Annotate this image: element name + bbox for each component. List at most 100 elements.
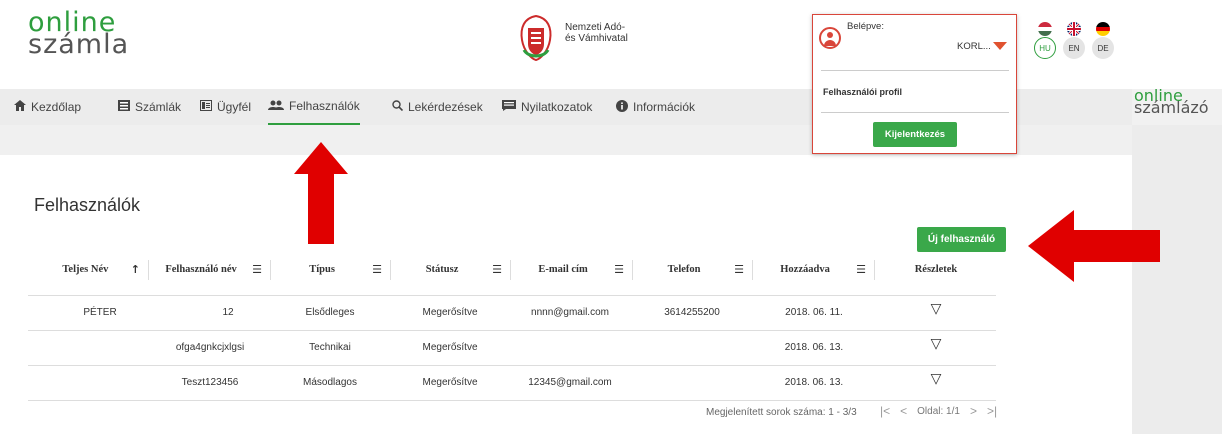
sort-asc-icon[interactable]: ↑ bbox=[131, 263, 140, 276]
app-root: online számla Nemzeti Adó- és Vámhivatal… bbox=[0, 0, 1222, 434]
col-header-status[interactable]: Státusz ☰ bbox=[392, 256, 508, 282]
nav-item-nyilatkozatok[interactable]: Nyilatkozatok bbox=[502, 89, 592, 125]
col-separator bbox=[752, 260, 753, 280]
sort-icon[interactable]: ☰ bbox=[614, 263, 624, 276]
language-code: EN bbox=[1063, 37, 1085, 59]
info-icon bbox=[616, 99, 628, 115]
language-de[interactable]: DE bbox=[1092, 22, 1114, 59]
cell-full-name bbox=[40, 330, 160, 364]
rows-info: Megjelenített sorok száma: 1 - 3/3 bbox=[706, 407, 857, 418]
nav-item-szamlak[interactable]: Számlák bbox=[118, 89, 181, 125]
new-user-button[interactable]: Új felhasználó bbox=[917, 227, 1006, 252]
nav-item-kezdolap[interactable]: Kezdőlap bbox=[14, 89, 81, 125]
dropdown-caret-icon[interactable] bbox=[993, 42, 1007, 50]
expand-row-icon[interactable]: ▽ bbox=[876, 327, 996, 361]
nav-item-lekerdezesek[interactable]: Lekérdezések bbox=[392, 89, 483, 125]
sort-icon[interactable]: ☰ bbox=[856, 263, 866, 276]
hungarian-flag-icon bbox=[1038, 22, 1052, 36]
german-flag-icon bbox=[1096, 22, 1110, 36]
cell-status: Megerősítve bbox=[422, 376, 478, 388]
uk-flag-icon bbox=[1067, 22, 1081, 36]
cell-added: 2018. 06. 13. bbox=[784, 341, 844, 353]
nav-item-felhasznalok[interactable]: Felhasználók bbox=[268, 89, 360, 125]
triangle-down-icon: ▽ bbox=[930, 371, 942, 387]
col-label: Részletek bbox=[914, 263, 958, 275]
logged-in-username: KORL... bbox=[957, 41, 991, 52]
col-header-phone[interactable]: Telefon ☰ bbox=[634, 256, 750, 282]
language-code: DE bbox=[1092, 37, 1114, 59]
next-page-icon[interactable]: > bbox=[970, 404, 977, 418]
authority-name: Nemzeti Adó- és Vámhivatal bbox=[565, 22, 628, 44]
page-title: Felhasználók bbox=[34, 195, 141, 215]
col-header-username[interactable]: Felhasználó név ☰ bbox=[150, 256, 268, 282]
triangle-down-icon: ▽ bbox=[930, 301, 942, 317]
cell-status: Megerősítve bbox=[422, 341, 478, 353]
language-hu[interactable]: HU bbox=[1034, 22, 1056, 59]
col-separator bbox=[270, 260, 271, 280]
invoice-icon bbox=[118, 100, 130, 114]
col-label: Státusz bbox=[425, 263, 459, 275]
statement-icon bbox=[502, 100, 516, 114]
user-menu-popup: Belépve: KORL... Felhasználói profil Kij… bbox=[812, 14, 1017, 154]
search-icon bbox=[392, 100, 404, 114]
nav-label: Kezdőlap bbox=[31, 100, 82, 114]
logo-line2: számla bbox=[28, 29, 130, 60]
expand-row-icon[interactable]: ▽ bbox=[876, 362, 996, 396]
cell-username: ofga4gnkcjxlgsi bbox=[175, 341, 245, 353]
sort-icon[interactable]: ☰ bbox=[252, 263, 262, 276]
online-szamla-logo[interactable]: online számla bbox=[28, 9, 130, 60]
language-en[interactable]: EN bbox=[1063, 22, 1085, 59]
logout-button[interactable]: Kijelentkezés bbox=[873, 122, 957, 147]
cell-phone bbox=[632, 365, 752, 399]
sort-icon[interactable]: ☰ bbox=[492, 263, 502, 276]
red-arrow-left-icon bbox=[1028, 210, 1160, 282]
cell-email bbox=[510, 330, 630, 364]
nav-label: Felhasználók bbox=[289, 99, 360, 113]
pagination: |< < Oldal: 1/1 > >| bbox=[880, 404, 997, 418]
first-page-icon[interactable]: |< bbox=[880, 404, 890, 418]
home-icon bbox=[14, 100, 26, 114]
cell-email: nnnn@gmail.com bbox=[531, 306, 609, 318]
nav-item-ugyfel[interactable]: Ügyfél bbox=[200, 89, 251, 125]
col-label: Teljes Név bbox=[62, 263, 109, 275]
sort-icon[interactable]: ☰ bbox=[734, 263, 744, 276]
col-separator bbox=[148, 260, 149, 280]
sort-icon[interactable]: ☰ bbox=[372, 263, 382, 276]
page-info: Oldal: 1/1 bbox=[917, 405, 960, 417]
authority-line1: Nemzeti Adó- bbox=[565, 22, 626, 33]
right-logo-line2: számlázó bbox=[1134, 98, 1209, 117]
last-page-icon[interactable]: >| bbox=[987, 404, 997, 418]
cell-type: Technikai bbox=[309, 341, 351, 353]
col-header-email[interactable]: E-mail cím ☰ bbox=[512, 256, 630, 282]
divider bbox=[821, 70, 1009, 71]
cell-added: 2018. 06. 11. bbox=[785, 306, 843, 318]
triangle-down-icon: ▽ bbox=[930, 336, 942, 352]
online-szamlazo-logo[interactable]: online számlázó bbox=[1134, 88, 1209, 117]
prev-page-icon[interactable]: < bbox=[900, 404, 907, 418]
col-label: Típus bbox=[309, 263, 335, 275]
user-avatar-icon bbox=[819, 27, 841, 49]
col-header-details: Részletek bbox=[876, 256, 996, 282]
nav-label: Nyilatkozatok bbox=[521, 100, 593, 114]
cell-phone: 3614255200 bbox=[664, 306, 720, 318]
col-header-full-name[interactable]: Teljes Név ↑ bbox=[40, 256, 146, 282]
cell-full-name bbox=[40, 365, 160, 399]
col-label: Hozzáadva bbox=[780, 263, 830, 275]
col-header-type[interactable]: Típus ☰ bbox=[272, 256, 388, 282]
user-profile-link[interactable]: Felhasználói profil bbox=[823, 87, 902, 97]
users-icon bbox=[268, 99, 284, 113]
nav-item-informaciok[interactable]: Információk bbox=[616, 89, 695, 125]
cell-username: Teszt123456 bbox=[181, 376, 239, 388]
cell-email: 12345@gmail.com bbox=[528, 376, 612, 388]
authority-line2: és Vámhivatal bbox=[565, 33, 628, 44]
nav-seal-icon bbox=[520, 14, 552, 62]
nav-label: Ügyfél bbox=[217, 100, 252, 114]
col-label: Telefon bbox=[667, 263, 701, 275]
nav-label: Számlák bbox=[135, 100, 182, 114]
red-arrow-up-icon bbox=[294, 142, 348, 244]
col-header-added[interactable]: Hozzáadva ☰ bbox=[754, 256, 872, 282]
expand-row-icon[interactable]: ▽ bbox=[876, 292, 996, 326]
logged-in-label: Belépve: bbox=[847, 21, 884, 32]
cell-type: Másodlagos bbox=[303, 376, 357, 388]
col-label: E-mail cím bbox=[538, 263, 588, 275]
